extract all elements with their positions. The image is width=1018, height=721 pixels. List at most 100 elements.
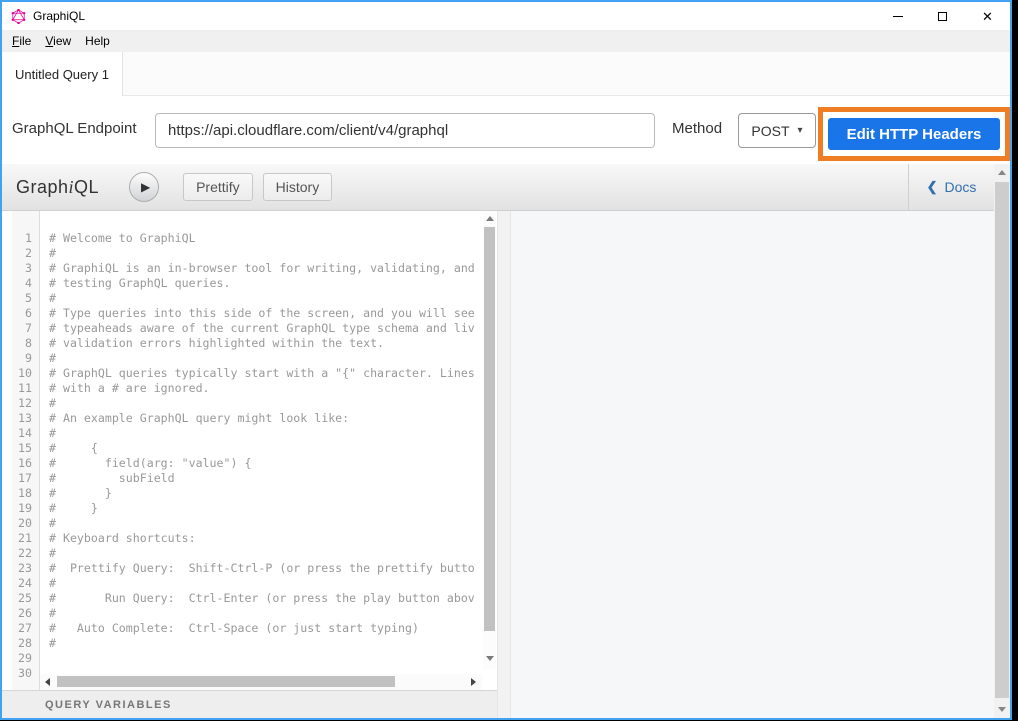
menu-item-help[interactable]: Help (78, 30, 117, 52)
editor-vertical-scrollbar[interactable] (483, 213, 496, 669)
line-number: 11 (12, 381, 39, 396)
maximize-button[interactable] (920, 2, 965, 30)
editor-horizontal-scrollbar[interactable] (40, 674, 482, 690)
line-number: 15 (12, 441, 39, 456)
query-variables-title: QUERY VARIABLES (45, 699, 172, 711)
tab-untitled-query-1[interactable]: Untitled Query 1 (2, 52, 123, 96)
query-pane: 1234567891011121314151617181920212223242… (2, 211, 497, 718)
line-number: 26 (12, 606, 39, 621)
tab-label: Untitled Query 1 (15, 67, 109, 82)
line-number: 29 (12, 651, 39, 666)
code-line: # typeaheads aware of the current GraphQ… (49, 321, 482, 336)
code-line: # Type queries into this side of the scr… (49, 306, 482, 321)
query-editor[interactable]: 1234567891011121314151617181920212223242… (2, 211, 497, 690)
menubar: File View Help (2, 30, 1010, 52)
editor-hscroll-thumb[interactable] (57, 676, 395, 687)
close-button[interactable]: ✕ (965, 2, 1010, 30)
line-number: 7 (12, 321, 39, 336)
code-line: # GraphQL queries typically start with a… (49, 366, 482, 381)
method-select[interactable]: POST ▾ (738, 113, 816, 148)
code-line: # validation errors highlighted within t… (49, 336, 482, 351)
line-number: 2 (12, 246, 39, 261)
line-number: 1 (12, 231, 39, 246)
query-variables-bar[interactable]: QUERY VARIABLES (2, 690, 497, 718)
line-number: 19 (12, 501, 39, 516)
code-line: # Welcome to GraphiQL (49, 231, 482, 246)
line-number: 14 (12, 426, 39, 441)
line-number: 3 (12, 261, 39, 276)
result-pane (511, 211, 994, 718)
code-line: # (49, 351, 482, 366)
scroll-up-icon[interactable] (486, 216, 494, 221)
play-icon: ▶ (141, 180, 150, 194)
line-number: 5 (12, 291, 39, 306)
method-label: Method (672, 120, 722, 137)
app-scroll-thumb[interactable] (995, 182, 1009, 698)
tab-bar: Untitled Query 1 (2, 52, 1010, 96)
annotation-highlight: Edit HTTP Headers (818, 107, 1010, 161)
docs-label: Docs (945, 179, 977, 195)
endpoint-input[interactable] (155, 113, 655, 148)
code-line: # GraphiQL is an in-browser tool for wri… (49, 261, 482, 276)
code-line: # with a # are ignored. (49, 381, 482, 396)
scroll-right-icon[interactable] (471, 678, 476, 686)
graphiql-toolbar: GraphiQL ▶ Prettify History ❮ Docs (2, 164, 994, 211)
code-line: # (49, 426, 482, 441)
execute-button[interactable]: ▶ (129, 172, 159, 202)
line-number: 4 (12, 276, 39, 291)
code-line (49, 651, 482, 666)
line-number: 6 (12, 306, 39, 321)
code-line: # field(arg: "value") { (49, 456, 482, 471)
graphiql-logo: GraphiQL (16, 177, 99, 198)
window-title: GraphiQL (33, 9, 85, 23)
app-vertical-scrollbar[interactable] (994, 164, 1010, 718)
menu-item-view[interactable]: View (38, 30, 78, 52)
editor-lines[interactable]: # Welcome to GraphiQL # # GraphiQL is an i… (40, 211, 482, 690)
line-number: 16 (12, 456, 39, 471)
editor-vscroll-thumb[interactable] (484, 227, 495, 631)
code-line: # (49, 606, 482, 621)
line-number: 17 (12, 471, 39, 486)
line-number: 21 (12, 531, 39, 546)
scroll-left-icon[interactable] (45, 678, 50, 686)
minimize-button[interactable] (875, 2, 920, 30)
chevron-left-icon: ❮ (927, 179, 938, 195)
minimize-icon (893, 16, 903, 17)
line-number: 23 (12, 561, 39, 576)
scroll-down-icon[interactable] (486, 656, 494, 661)
code-line: # { (49, 441, 482, 456)
docs-toggle[interactable]: ❮ Docs (908, 164, 994, 210)
titlebar: GraphiQL ✕ (2, 2, 1010, 30)
code-line: # } (49, 501, 482, 516)
line-number: 20 (12, 516, 39, 531)
desktop-background (1012, 0, 1018, 721)
code-line: # Prettify Query: Shift-Ctrl-P (or press… (49, 561, 482, 576)
code-line: # (49, 396, 482, 411)
history-button[interactable]: History (263, 173, 333, 201)
line-number: 28 (12, 636, 39, 651)
close-icon: ✕ (982, 10, 993, 23)
maximize-icon (938, 12, 947, 21)
graphql-logo-icon (11, 9, 26, 24)
app-scroll-up-icon[interactable] (998, 170, 1006, 175)
endpoint-label: GraphQL Endpoint (12, 120, 137, 137)
line-number: 25 (12, 591, 39, 606)
code-line: # An example GraphQL query might look li… (49, 411, 482, 426)
menu-item-file[interactable]: File (5, 30, 38, 52)
code-line: # subField (49, 471, 482, 486)
line-number: 12 (12, 396, 39, 411)
code-line: # Auto Complete: Ctrl-Space (or just sta… (49, 621, 482, 636)
app-window: GraphiQL ✕ File View Help Untitled (0, 0, 1012, 720)
edit-http-headers-button[interactable]: Edit HTTP Headers (828, 118, 1000, 150)
line-number: 30 (12, 666, 39, 681)
code-line: # (49, 516, 482, 531)
dropdown-arrow-icon: ▾ (798, 125, 803, 136)
line-number: 27 (12, 621, 39, 636)
code-line: # testing GraphQL queries. (49, 276, 482, 291)
pane-divider[interactable] (497, 211, 511, 718)
code-line: # (49, 636, 482, 651)
code-line: # (49, 576, 482, 591)
prettify-button[interactable]: Prettify (183, 173, 253, 201)
endpoint-row: GraphQL Endpoint Method POST ▾ Edit HTTP… (2, 96, 1010, 164)
app-scroll-down-icon[interactable] (998, 707, 1006, 712)
